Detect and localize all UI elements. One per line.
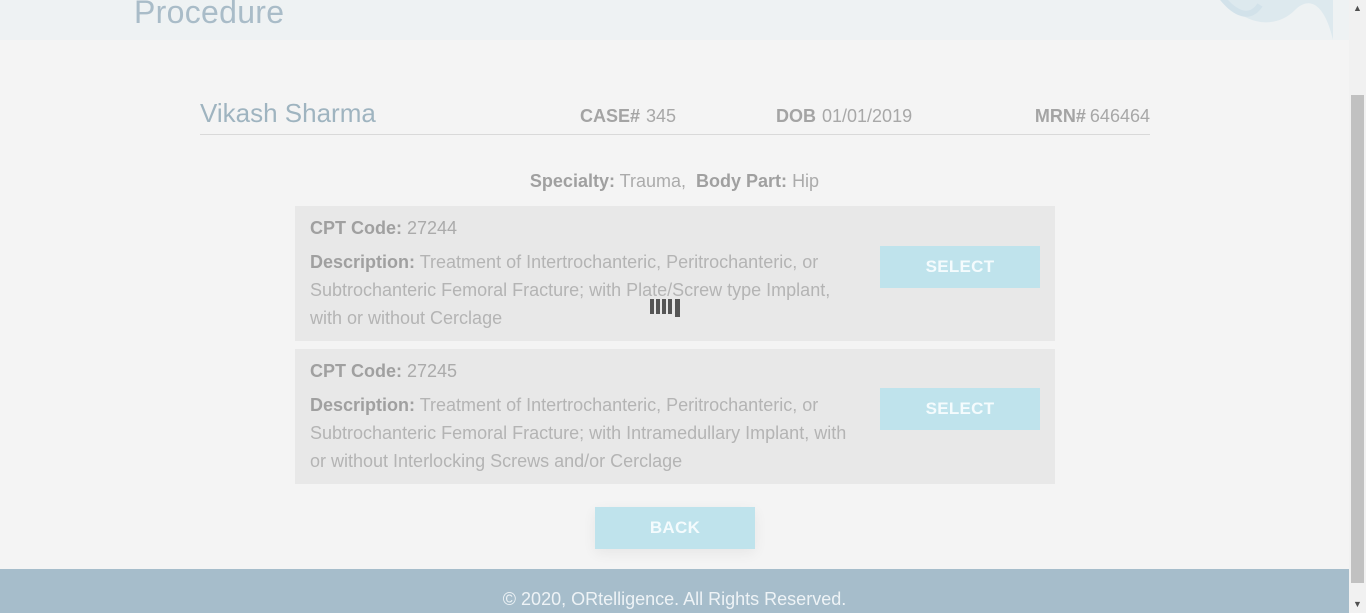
back-button[interactable]: BACK xyxy=(595,507,755,549)
cpt-code: CPT Code: 27245 xyxy=(310,361,457,382)
specialty-value: Trauma, xyxy=(619,171,687,191)
procedure-description: Description: Treatment of Intertrochante… xyxy=(310,248,855,332)
procedure-card: CPT Code: 27245 Description: Treatment o… xyxy=(295,349,1055,484)
loading-spinner-icon xyxy=(650,299,680,317)
mrn-value: 646464 xyxy=(1089,106,1150,126)
cpt-code: CPT Code: 27244 xyxy=(310,218,457,239)
date-of-birth: DOB 01/01/2019 xyxy=(776,106,912,127)
select-button[interactable]: SELECT xyxy=(880,388,1040,430)
loader-bar xyxy=(650,299,654,314)
mrn-number: MRN# 646464 xyxy=(1035,106,1150,127)
body-part-value: Hip xyxy=(792,171,820,191)
page-header: Procedure xyxy=(0,0,1349,40)
procedure-card: CPT Code: 27244 Description: Treatment o… xyxy=(295,206,1055,341)
mrn-label: MRN# xyxy=(1034,106,1086,126)
dob-value: 01/01/2019 xyxy=(822,106,913,126)
vertical-scrollbar[interactable]: ▲ ▼ xyxy=(1349,0,1366,613)
description-label: Description: xyxy=(310,395,416,415)
cpt-label: CPT Code: xyxy=(310,361,402,381)
scrollbar-thumb[interactable] xyxy=(1351,95,1364,583)
dob-label: DOB xyxy=(776,106,816,126)
body-part-label: Body Part: xyxy=(696,171,788,191)
decorative-swirl-icon xyxy=(1220,0,1333,40)
select-button[interactable]: SELECT xyxy=(880,246,1040,288)
cpt-label: CPT Code: xyxy=(310,218,402,238)
description-label: Description: xyxy=(310,252,416,272)
procedure-description: Description: Treatment of Intertrochante… xyxy=(310,391,855,475)
loader-bar xyxy=(668,299,672,314)
page-footer: © 2020, ORtelligence. All Rights Reserve… xyxy=(0,569,1349,613)
cpt-value: 27245 xyxy=(407,361,458,381)
arrow-down-icon[interactable]: ▼ xyxy=(1349,596,1366,613)
case-label: CASE# xyxy=(580,106,641,126)
specialty-label: Specialty: xyxy=(529,171,615,191)
loader-bar xyxy=(656,299,660,314)
loader-bar xyxy=(675,299,680,317)
patient-name: Vikash Sharma xyxy=(200,98,376,128)
specialty-body-part: Specialty: Trauma, Body Part: Hip xyxy=(0,171,1349,192)
page-title: Procedure xyxy=(134,0,285,30)
patient-info-row: Vikash Sharma CASE# 345 DOB 01/01/2019 MRN… xyxy=(200,96,1150,135)
copyright-text: © 2020, ORtelligence. All Rights Reserve… xyxy=(502,589,847,609)
case-number: CASE# 345 xyxy=(580,106,676,127)
case-value: 345 xyxy=(646,106,677,126)
arrow-up-icon[interactable]: ▲ xyxy=(1349,0,1366,17)
loader-bar xyxy=(662,299,666,314)
cpt-value: 27244 xyxy=(407,218,458,238)
